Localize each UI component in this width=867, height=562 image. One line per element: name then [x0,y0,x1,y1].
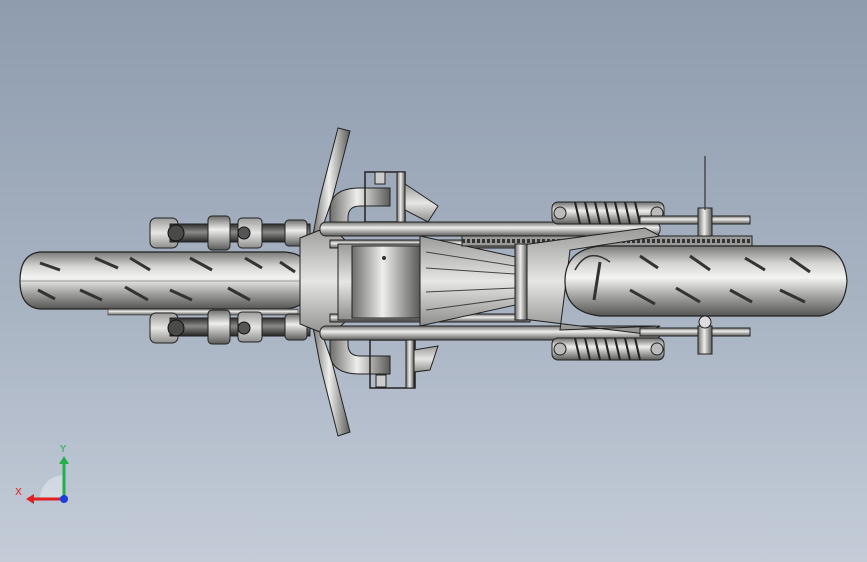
front-fork-lower[interactable] [149,309,311,345]
graphics-viewport[interactable]: X Y [0,0,867,562]
x-axis-label: X [15,487,22,498]
y-axis-arrowhead [59,456,69,464]
rear-tire[interactable] [564,245,848,317]
engine-block[interactable] [337,235,521,327]
front-fork-upper[interactable] [149,215,311,251]
triad-plane [40,475,64,499]
rear-shock-right[interactable] [551,337,665,361]
y-axis-label: Y [59,444,67,455]
z-axis-dot [60,495,68,503]
front-axle[interactable] [107,308,299,316]
x-axis-arrowhead [26,494,34,504]
front-tire[interactable] [19,251,313,310]
orientation-triad: X Y [15,444,69,504]
motorcycle-model[interactable] [0,0,867,562]
